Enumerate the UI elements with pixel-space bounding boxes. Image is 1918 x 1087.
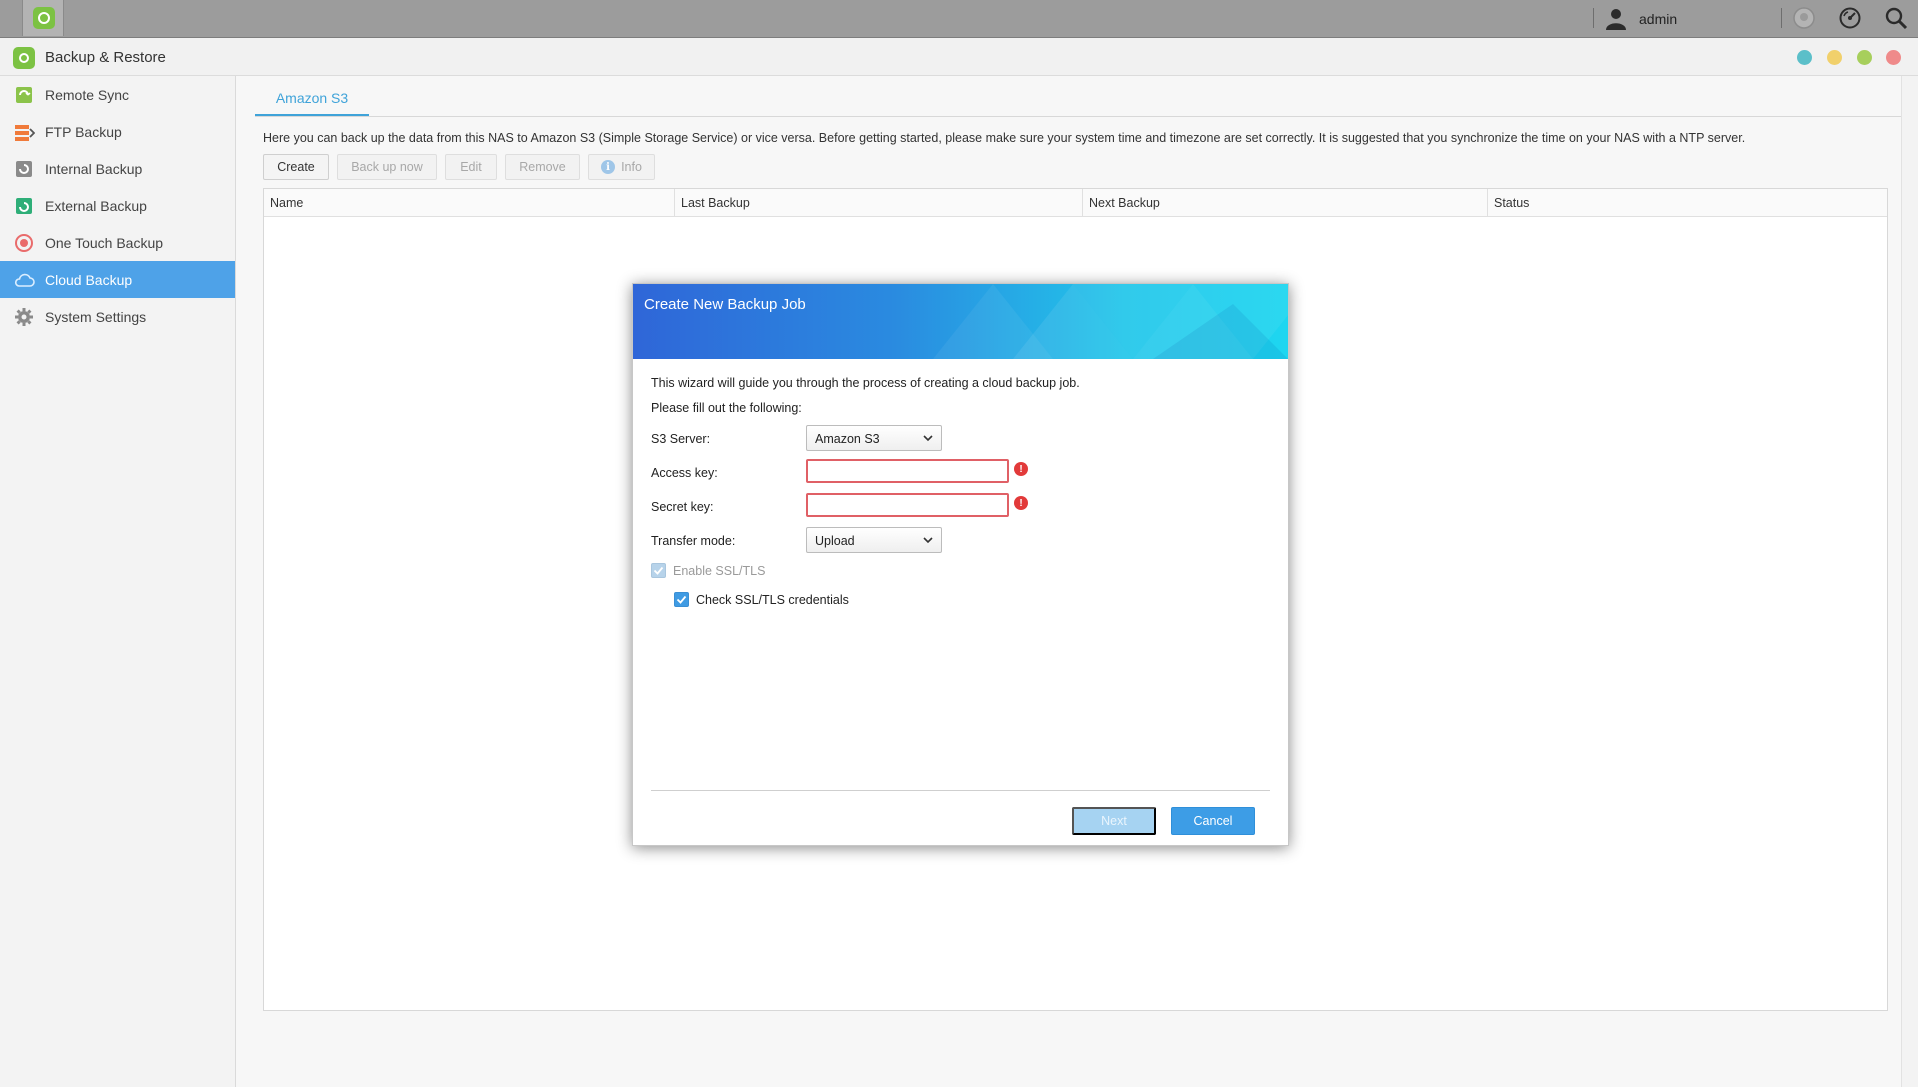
check-ssl-credentials-checkbox[interactable] (674, 592, 689, 607)
ftp-backup-icon (15, 124, 35, 141)
dialog-header: Create New Backup Job (633, 284, 1288, 359)
info-button-label: Info (621, 160, 642, 174)
right-scrollbar-track (1901, 76, 1918, 1087)
window-titlebar: Backup & Restore (0, 38, 1918, 76)
user-icon[interactable] (1604, 6, 1628, 30)
dialog-intro: This wizard will guide you through the p… (651, 376, 1080, 390)
info-icon: i (601, 160, 616, 174)
error-icon: ! (1014, 496, 1028, 510)
create-backup-job-dialog: Create New Backup Job This wizard will g… (632, 283, 1289, 846)
window-info-dot-button[interactable] (1797, 50, 1812, 65)
backup-restore-logo-icon (13, 47, 35, 69)
info-button[interactable]: i Info (588, 154, 655, 180)
chevron-down-icon (923, 435, 933, 442)
cloud-icon (14, 273, 35, 287)
check-ssl-credentials-label: Check SSL/TLS credentials (696, 593, 849, 607)
tab-divider (255, 116, 1901, 117)
transfer-mode-label: Transfer mode: (651, 534, 736, 548)
backup-restore-app-button[interactable] (22, 0, 64, 36)
column-header-name[interactable]: Name (264, 189, 675, 217)
window-maximize-button[interactable] (1857, 50, 1872, 65)
page-description: Here you can back up the data from this … (263, 131, 1746, 145)
notification-icon[interactable] (1792, 6, 1816, 30)
gear-icon (15, 307, 33, 326)
enable-ssl-label: Enable SSL/TLS (673, 564, 766, 578)
window-minimize-button[interactable] (1827, 50, 1842, 65)
window-close-button[interactable] (1886, 50, 1901, 65)
s3-server-select[interactable]: Amazon S3 (806, 425, 942, 451)
one-touch-backup-icon (15, 233, 33, 252)
column-header-last-backup[interactable]: Last Backup (675, 189, 1083, 217)
sidebar-item-one-touch-backup[interactable]: One Touch Backup (0, 224, 235, 261)
sidebar-item-ftp-backup[interactable]: FTP Backup (0, 113, 235, 150)
transfer-mode-select[interactable]: Upload (806, 527, 942, 553)
s3-server-value: Amazon S3 (815, 432, 880, 446)
dialog-prompt: Please fill out the following: (651, 401, 802, 415)
sidebar-item-external-backup[interactable]: External Backup (0, 187, 235, 224)
topbar-divider (1593, 8, 1594, 28)
edit-button[interactable]: Edit (445, 154, 497, 180)
sidebar-item-label: Remote Sync (45, 86, 130, 103)
dialog-title: Create New Backup Job (644, 296, 806, 313)
next-button[interactable]: Next (1072, 807, 1156, 835)
column-header-status[interactable]: Status (1488, 189, 1887, 217)
sidebar-item-label: External Backup (45, 197, 147, 214)
chevron-down-icon (923, 537, 933, 544)
access-key-label: Access key: (651, 466, 718, 480)
create-button[interactable]: Create (263, 154, 329, 180)
secret-key-input[interactable] (806, 493, 1009, 517)
internal-backup-icon (16, 160, 32, 177)
tab-amazon-s3[interactable]: Amazon S3 (255, 86, 369, 117)
sidebar-item-internal-backup[interactable]: Internal Backup (0, 150, 235, 187)
error-icon: ! (1014, 462, 1028, 476)
column-header-next-backup[interactable]: Next Backup (1083, 189, 1488, 217)
dialog-footer-divider (651, 790, 1270, 791)
user-name[interactable]: admin (1639, 11, 1677, 27)
system-topbar: admin (0, 0, 1918, 38)
back-up-now-button[interactable]: Back up now (337, 154, 437, 180)
sidebar-item-label: One Touch Backup (45, 234, 164, 251)
search-icon[interactable] (1884, 6, 1908, 30)
checkmark-icon (653, 566, 664, 575)
cancel-button[interactable]: Cancel (1171, 807, 1255, 835)
sidebar-item-label: System Settings (45, 308, 147, 325)
table-header: Name Last Backup Next Backup Status (264, 189, 1887, 217)
external-backup-icon (16, 197, 32, 214)
backup-restore-app-icon (33, 7, 55, 29)
sidebar-item-label: Internal Backup (45, 160, 143, 177)
topbar-divider (1781, 8, 1782, 28)
window-title: Backup & Restore (45, 49, 166, 66)
sidebar: Remote Sync FTP Backup Internal Backup E… (0, 76, 236, 1087)
access-key-input[interactable] (806, 459, 1009, 483)
secret-key-label: Secret key: (651, 500, 714, 514)
sidebar-item-remote-sync[interactable]: Remote Sync (0, 76, 235, 113)
transfer-mode-value: Upload (815, 534, 855, 548)
s3-server-label: S3 Server: (651, 432, 711, 446)
checkmark-icon (676, 595, 687, 604)
remote-sync-icon (16, 86, 32, 103)
remove-button[interactable]: Remove (505, 154, 580, 180)
sidebar-item-label: Cloud Backup (45, 271, 133, 288)
sidebar-item-label: FTP Backup (45, 123, 122, 140)
sidebar-item-cloud-backup[interactable]: Cloud Backup (0, 261, 235, 298)
enable-ssl-checkbox[interactable] (651, 563, 666, 578)
dashboard-gauge-icon[interactable] (1838, 6, 1862, 30)
sidebar-item-system-settings[interactable]: System Settings (0, 298, 235, 335)
